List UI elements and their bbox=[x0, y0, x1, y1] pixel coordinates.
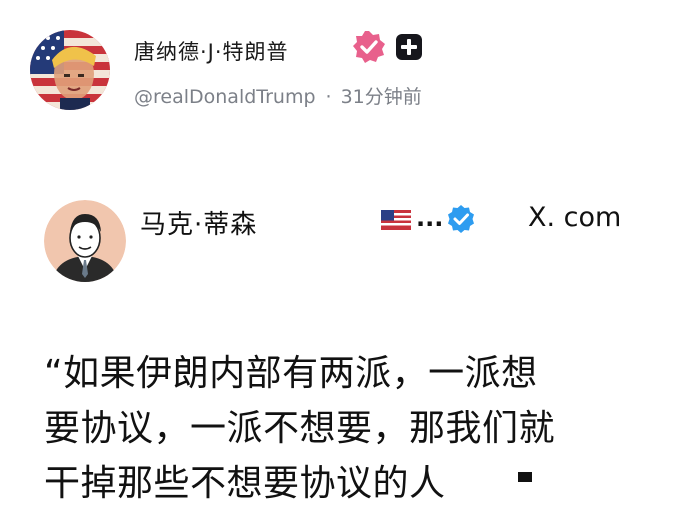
author-handle[interactable]: @realDonaldTrump bbox=[134, 86, 316, 108]
quote-line: “如果伊朗内部有两派，一派想 bbox=[44, 353, 538, 394]
author-avatar[interactable] bbox=[30, 30, 110, 110]
author-display-name[interactable]: 唐纳德·J·特朗普 bbox=[134, 36, 289, 66]
text-cursor-mark bbox=[518, 472, 532, 482]
quoted-post-header: 马克·蒂森 ... X. com bbox=[44, 200, 644, 284]
quoted-author-name[interactable]: 马克·蒂森 bbox=[140, 204, 257, 241]
meta-separator: · bbox=[325, 86, 332, 108]
verified-rosette-icon bbox=[352, 30, 386, 64]
name-truncation: ... bbox=[416, 204, 444, 232]
quote-line: 要协议，一派不想要，那我们就 bbox=[44, 408, 556, 449]
post-header: 唐纳德·J·特朗普 @realDonaldTrump · 31分钟前 bbox=[30, 30, 660, 110]
post-timestamp: 31分钟前 bbox=[340, 86, 422, 108]
bottom-fade-overlay bbox=[470, 470, 690, 513]
blue-verified-icon bbox=[446, 204, 476, 234]
us-flag-icon bbox=[381, 210, 411, 230]
author-meta: @realDonaldTrump · 31分钟前 bbox=[134, 82, 422, 109]
source-domain-link[interactable]: X. com bbox=[528, 202, 621, 233]
plus-badge-icon[interactable] bbox=[396, 34, 422, 60]
quoted-author-avatar[interactable] bbox=[44, 200, 126, 282]
